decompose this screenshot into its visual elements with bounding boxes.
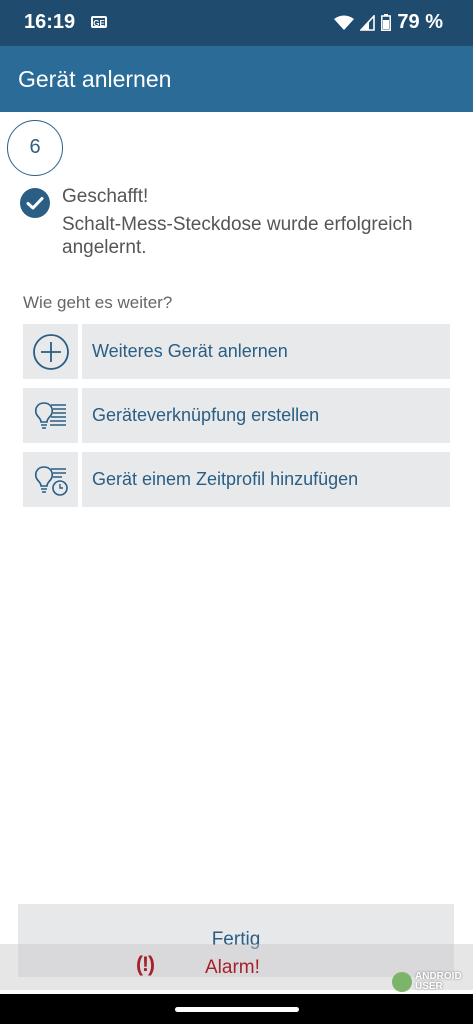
- next-steps-heading: Wie geht es weiter?: [23, 293, 173, 312]
- success-message: Schalt-Mess-Steckdose wurde erfolgreich …: [62, 214, 413, 258]
- navigation-bar: [0, 994, 473, 1024]
- alarm-icon[interactable]: (!): [136, 953, 155, 977]
- notification-icon: GE: [91, 16, 107, 28]
- watermark-line2: USER: [415, 981, 443, 992]
- step-indicator: 6: [7, 120, 63, 176]
- wifi-icon: [334, 15, 355, 30]
- watermark-logo: ANDROID USER: [392, 968, 472, 996]
- add-another-device-button[interactable]: Weiteres Gerät anlernen: [23, 324, 450, 379]
- bulb-link-icon: [34, 401, 66, 429]
- page-title: Gerät anlernen: [18, 66, 172, 92]
- bulb-clock-icon: [34, 465, 68, 496]
- android-user-logo-icon: [392, 972, 412, 992]
- checkmark-icon: [20, 188, 50, 218]
- home-gesture-handle[interactable]: [175, 1007, 299, 1012]
- action-label: Geräteverknüpfung erstellen: [82, 388, 450, 443]
- plus-circle-icon: [32, 333, 69, 370]
- create-device-link-button[interactable]: Geräteverknüpfung erstellen: [23, 388, 450, 443]
- action-icon-box: [23, 324, 78, 379]
- status-bar: 16:19 GE 79 %: [0, 0, 473, 46]
- action-icon-box: [23, 388, 78, 443]
- app-bar: Gerät anlernen: [0, 46, 473, 112]
- action-label: Weiteres Gerät anlernen: [82, 324, 450, 379]
- status-time: 16:19: [24, 11, 76, 33]
- status-indicators: 79 %: [334, 11, 443, 34]
- action-label: Gerät einem Zeitprofil hinzufügen: [82, 452, 450, 507]
- battery-percentage: 79 %: [397, 11, 443, 33]
- signal-icon: [360, 14, 376, 31]
- alarm-label[interactable]: Alarm!: [205, 957, 260, 979]
- add-to-time-profile-button[interactable]: Gerät einem Zeitprofil hinzufügen: [23, 452, 450, 507]
- action-icon-box: [23, 452, 78, 507]
- battery-icon: [381, 14, 392, 31]
- success-title: Geschafft!: [62, 186, 149, 207]
